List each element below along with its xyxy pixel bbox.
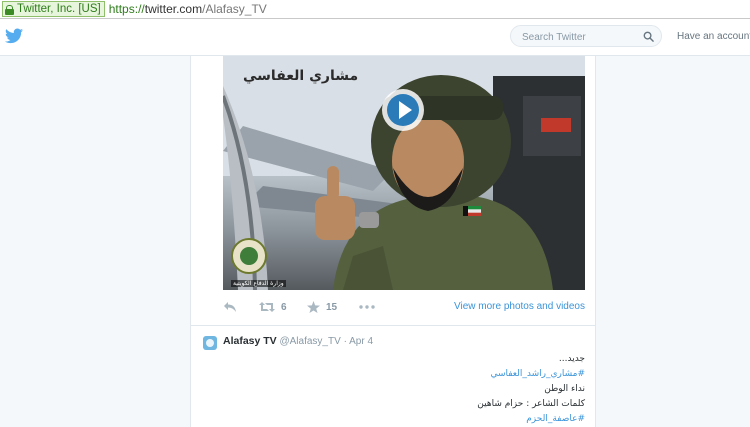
reply-button[interactable] bbox=[223, 299, 237, 315]
view-more-photos-link[interactable]: View more photos and videos bbox=[454, 301, 585, 312]
url-scheme: https:// bbox=[108, 2, 145, 16]
play-icon[interactable] bbox=[382, 89, 424, 131]
hashtag-link[interactable]: #مشاري_راشد_العفاسي bbox=[245, 367, 585, 382]
tweet-line: نداء الوطن bbox=[544, 384, 585, 394]
media-badge: وزارة الدفاع الكويتية bbox=[231, 280, 286, 287]
favorite-button[interactable]: 15 bbox=[307, 299, 337, 315]
have-account-label: Have an account? bbox=[677, 31, 750, 42]
url-path: /Alafasy_TV bbox=[202, 2, 267, 16]
video-thumbnail[interactable]: مشاري العفاسي وزارة الدفاع الكويتية bbox=[223, 56, 585, 290]
certificate-label: Twitter, Inc. [US] bbox=[17, 3, 101, 15]
more-button[interactable] bbox=[359, 299, 375, 315]
retweet-count: 6 bbox=[281, 301, 287, 313]
tweet-separator: · bbox=[343, 336, 347, 347]
tweet-with-media[interactable]: مشاري العفاسي وزارة الدفاع الكويتية 6 15… bbox=[191, 56, 595, 326]
retweet-icon bbox=[259, 302, 275, 312]
url-host: twitter.com bbox=[144, 2, 203, 16]
search-input[interactable] bbox=[520, 29, 644, 45]
retweet-button[interactable]: 6 bbox=[259, 299, 287, 315]
twitter-header: Have an account? L bbox=[0, 19, 750, 56]
tweet-author-name[interactable]: Alafasy TV bbox=[223, 335, 277, 347]
search-box[interactable] bbox=[510, 25, 662, 47]
browser-address-bar[interactable]: Twitter, Inc. [US] https://twitter.com/A… bbox=[0, 0, 750, 19]
timeline: مشاري العفاسي وزارة الدفاع الكويتية 6 15… bbox=[190, 56, 596, 427]
tweet-text: جديد... #مشاري_راشد_العفاسي نداء الوطن ك… bbox=[245, 352, 585, 427]
reply-icon bbox=[224, 302, 236, 312]
tweet[interactable]: Alafasy TV @Alafasy_TV · Apr 4 جديد... #… bbox=[191, 326, 595, 427]
avatar[interactable] bbox=[203, 336, 217, 350]
star-icon bbox=[307, 301, 320, 313]
media-caption: مشاري العفاسي bbox=[243, 68, 359, 84]
tweet-header: Alafasy TV @Alafasy_TV · Apr 4 bbox=[223, 335, 373, 347]
login-prompt[interactable]: Have an account? L bbox=[677, 31, 750, 42]
twitter-bird-icon[interactable] bbox=[5, 28, 23, 44]
hashtag-link[interactable]: #عاصفة_الحزم bbox=[245, 412, 585, 427]
lock-icon bbox=[5, 4, 14, 15]
tweet-line: كلمات الشاعر : حزام شاهين bbox=[477, 399, 585, 409]
security-badge[interactable]: Twitter, Inc. [US] bbox=[2, 1, 105, 17]
tweet-line: جديد... bbox=[558, 354, 585, 364]
url-text[interactable]: https://twitter.com/Alafasy_TV bbox=[109, 2, 267, 16]
tweet-author-handle[interactable]: @Alafasy_TV bbox=[279, 336, 340, 347]
ellipsis-icon bbox=[359, 305, 375, 309]
tweet-timestamp[interactable]: Apr 4 bbox=[349, 336, 373, 347]
favorite-count: 15 bbox=[326, 301, 338, 313]
search-icon[interactable] bbox=[643, 31, 654, 42]
